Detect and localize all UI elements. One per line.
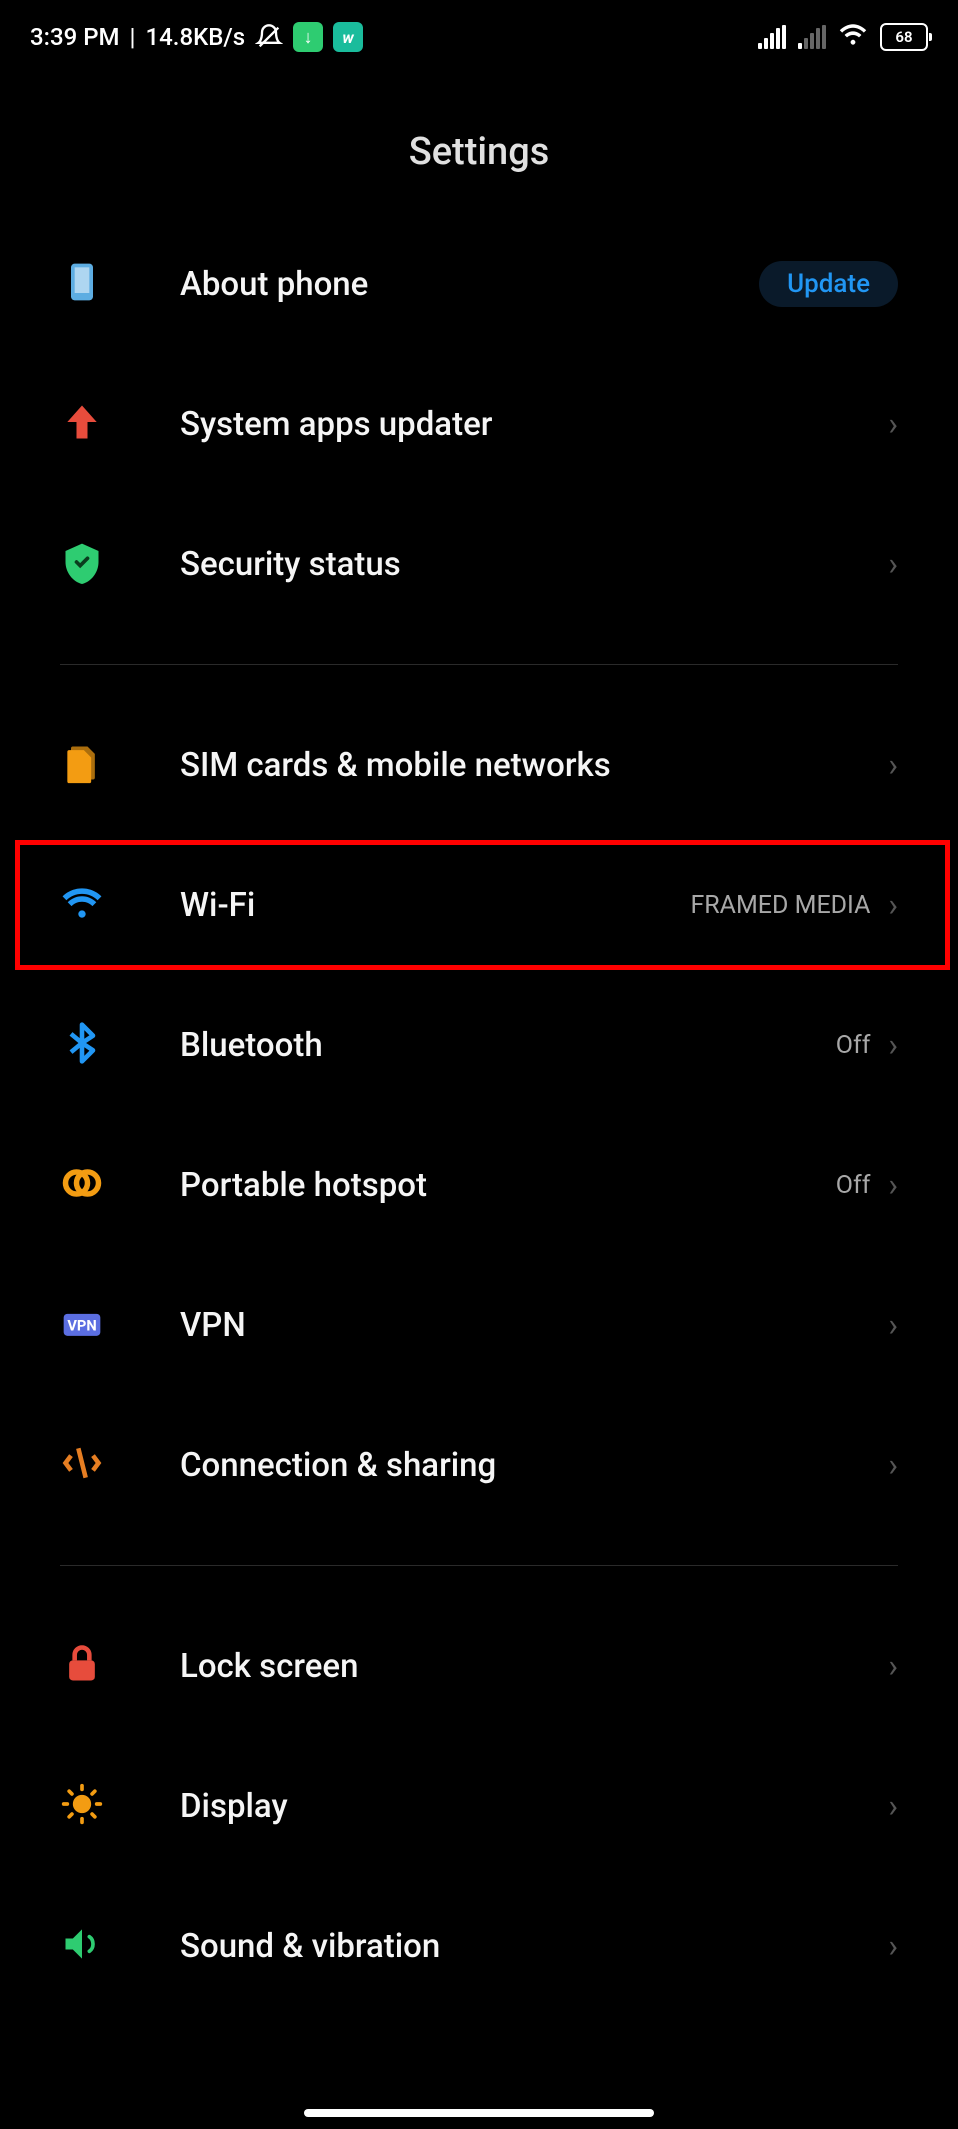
setting-label: Display (180, 1787, 888, 1826)
divider (60, 664, 898, 665)
status-time: 3:39 PM (30, 23, 120, 51)
chevron-right-icon: › (888, 1647, 898, 1685)
setting-label: System apps updater (180, 405, 888, 444)
setting-label: SIM cards & mobile networks (180, 746, 888, 785)
chevron-right-icon: › (888, 1166, 898, 1204)
setting-value: FRAMED MEDIA (690, 891, 870, 920)
setting-label: About phone (180, 265, 759, 304)
sim-icon (60, 741, 104, 789)
chevron-right-icon: › (888, 1306, 898, 1344)
setting-system-updater[interactable]: System apps updater › (60, 354, 898, 494)
phone-icon (60, 260, 104, 308)
setting-bluetooth[interactable]: Bluetooth Off › (60, 975, 898, 1115)
wifi-status-icon (838, 23, 868, 51)
chevron-right-icon: › (888, 1927, 898, 1965)
setting-display[interactable]: Display › (60, 1736, 898, 1876)
svg-text:VPN: VPN (67, 1316, 96, 1334)
setting-value: Off (836, 1031, 871, 1060)
hotspot-icon (60, 1161, 104, 1209)
status-left: 3:39 PM | 14.8KB/s ↓ w (30, 22, 363, 52)
update-badge[interactable]: Update (759, 261, 898, 307)
setting-label: Bluetooth (180, 1026, 836, 1065)
setting-hotspot[interactable]: Portable hotspot Off › (60, 1115, 898, 1255)
battery-level: 68 (895, 28, 912, 46)
chevron-right-icon: › (888, 1026, 898, 1064)
mute-icon (255, 23, 283, 51)
chevron-right-icon: › (888, 886, 898, 924)
sun-icon (60, 1782, 104, 1830)
status-divider: | (130, 23, 136, 51)
setting-sim[interactable]: SIM cards & mobile networks › (60, 695, 898, 835)
setting-about-phone[interactable]: About phone Update (60, 214, 898, 354)
divider (60, 1565, 898, 1566)
chevron-right-icon: › (888, 746, 898, 784)
setting-value: Off (836, 1171, 871, 1200)
status-speed: 14.8KB/s (146, 23, 246, 51)
setting-lock[interactable]: Lock screen › (60, 1596, 898, 1736)
arrow-up-icon (60, 400, 104, 448)
page-title: Settings (0, 130, 958, 174)
setting-sound[interactable]: Sound & vibration › (60, 1876, 898, 2016)
setting-label: VPN (180, 1306, 888, 1345)
settings-list: About phone Update System apps updater ›… (0, 214, 958, 2016)
chevron-right-icon: › (888, 1787, 898, 1825)
connection-icon (60, 1441, 104, 1489)
setting-connection[interactable]: Connection & sharing › (60, 1395, 898, 1535)
status-bar: 3:39 PM | 14.8KB/s ↓ w (0, 0, 958, 70)
app-w-icon: w (333, 22, 363, 52)
signal-2-icon (798, 25, 826, 49)
speaker-icon (60, 1922, 104, 1970)
wifi-icon (60, 881, 104, 929)
setting-label: Connection & sharing (180, 1446, 888, 1485)
bluetooth-icon (60, 1021, 104, 1069)
setting-vpn[interactable]: VPN VPN › (60, 1255, 898, 1395)
status-right: 68 (758, 23, 928, 51)
chevron-right-icon: › (888, 1446, 898, 1484)
setting-security[interactable]: Security status › (60, 494, 898, 634)
setting-label: Security status (180, 545, 888, 584)
lock-icon (60, 1642, 104, 1690)
home-indicator[interactable] (304, 2109, 654, 2117)
setting-label: Lock screen (180, 1647, 888, 1686)
setting-wifi[interactable]: Wi-Fi FRAMED MEDIA › (60, 835, 898, 975)
setting-label: Wi-Fi (180, 886, 690, 925)
download-icon: ↓ (293, 22, 323, 52)
setting-label: Portable hotspot (180, 1166, 836, 1205)
chevron-right-icon: › (888, 405, 898, 443)
vpn-icon: VPN (60, 1301, 104, 1349)
battery-icon: 68 (880, 23, 928, 51)
shield-icon (60, 540, 104, 588)
signal-1-icon (758, 25, 786, 49)
chevron-right-icon: › (888, 545, 898, 583)
setting-label: Sound & vibration (180, 1927, 888, 1966)
